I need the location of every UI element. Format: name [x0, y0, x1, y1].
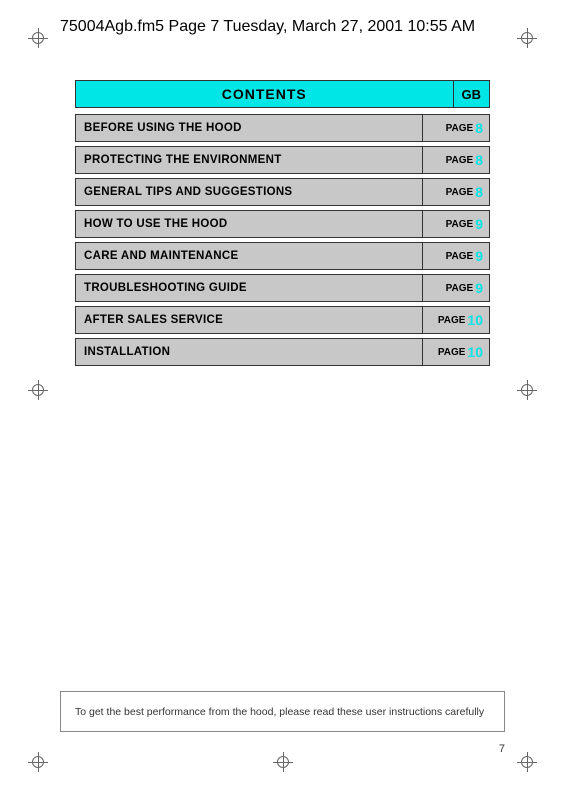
crosshair-bot-left [28, 752, 48, 772]
toc-label-6: AFTER SALES SERVICE [84, 314, 223, 326]
toc-row-7: INSTALLATION PAGE 10 [75, 338, 490, 366]
header-bar: 75004Agb.fm5 Page 7 Tuesday, March 27, 2… [60, 18, 505, 36]
header-filename: 75004Agb.fm5 Page 7 Tuesday, March 27, 2… [60, 18, 475, 36]
contents-header-row: CONTENTS GB [75, 80, 490, 108]
crosshair-top-right [517, 28, 537, 48]
crosshair-top-left [28, 28, 48, 48]
crosshair-mid-right [517, 380, 537, 400]
toc-row-1: PROTECTING THE ENVIRONMENT PAGE 8 [75, 146, 490, 174]
bottom-note-text: To get the best performance from the hoo… [75, 706, 484, 718]
toc-label-5: TROUBLESHOOTING GUIDE [84, 282, 247, 294]
gb-label: GB [462, 87, 482, 102]
toc-page-num-7: 10 [467, 344, 483, 360]
crosshair-mid-left [28, 380, 48, 400]
toc-page-num-5: 9 [475, 280, 483, 296]
toc-row-4: CARE AND MAINTENANCE PAGE 9 [75, 242, 490, 270]
toc-row-5: TROUBLESHOOTING GUIDE PAGE 9 [75, 274, 490, 302]
main-content: CONTENTS GB BEFORE USING THE HOOD PAGE 8 [75, 80, 490, 370]
toc-table: BEFORE USING THE HOOD PAGE 8 PROTECTING … [75, 114, 490, 366]
toc-label-1: PROTECTING THE ENVIRONMENT [84, 154, 282, 166]
toc-page-prefix-7: PAGE [438, 347, 466, 358]
page-number: 7 [499, 743, 505, 755]
toc-page-prefix-6: PAGE [438, 315, 466, 326]
crosshair-bot-right [517, 752, 537, 772]
toc-label-3: HOW TO USE THE HOOD [84, 218, 228, 230]
toc-row-6: AFTER SALES SERVICE PAGE 10 [75, 306, 490, 334]
toc-row-0: BEFORE USING THE HOOD PAGE 8 [75, 114, 490, 142]
toc-page-prefix-3: PAGE [446, 219, 474, 230]
toc-page-num-0: 8 [475, 120, 483, 136]
crosshair-bot-center [273, 752, 293, 772]
toc-page-prefix-4: PAGE [446, 251, 474, 262]
toc-row-3: HOW TO USE THE HOOD PAGE 9 [75, 210, 490, 238]
page-container: 75004Agb.fm5 Page 7 Tuesday, March 27, 2… [0, 0, 565, 800]
toc-label-0: BEFORE USING THE HOOD [84, 122, 242, 134]
toc-label-2: GENERAL TIPS AND SUGGESTIONS [84, 186, 292, 198]
gb-cell: GB [453, 80, 491, 108]
toc-page-prefix-0: PAGE [446, 123, 474, 134]
toc-label-4: CARE AND MAINTENANCE [84, 250, 238, 262]
toc-row-2: GENERAL TIPS AND SUGGESTIONS PAGE 8 [75, 178, 490, 206]
toc-page-prefix-5: PAGE [446, 283, 474, 294]
toc-page-num-4: 9 [475, 248, 483, 264]
toc-label-7: INSTALLATION [84, 346, 170, 358]
toc-page-num-3: 9 [475, 216, 483, 232]
toc-page-prefix-1: PAGE [446, 155, 474, 166]
bottom-note-box: To get the best performance from the hoo… [60, 691, 505, 732]
contents-title: CONTENTS [222, 86, 307, 102]
toc-page-num-6: 10 [467, 312, 483, 328]
toc-page-num-1: 8 [475, 152, 483, 168]
contents-title-cell: CONTENTS [75, 80, 453, 108]
toc-page-prefix-2: PAGE [446, 187, 474, 198]
toc-page-num-2: 8 [475, 184, 483, 200]
